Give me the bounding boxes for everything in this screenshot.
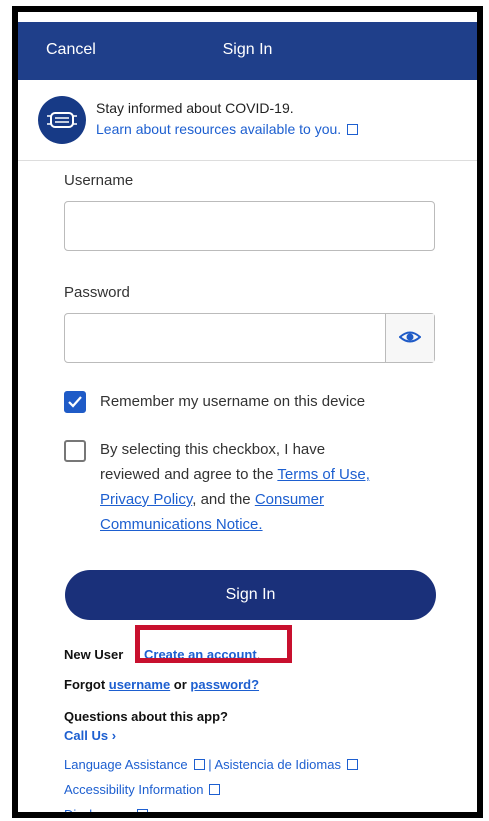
forgot-label: Forgot xyxy=(64,677,109,692)
external-link-icon xyxy=(347,124,359,135)
questions-label: Questions about this app? xyxy=(64,709,228,724)
username-label: Username xyxy=(64,172,134,189)
password-label: Password xyxy=(64,284,130,301)
asistencia-idiomas-link[interactable]: Asistencia de Idiomas xyxy=(215,757,341,772)
forgot-password-link[interactable]: password? xyxy=(190,677,259,692)
highlight-box xyxy=(135,625,292,663)
agree-text-2: reviewed and agree to the xyxy=(100,466,278,483)
communications-notice-link[interactable]: Communications Notice. xyxy=(100,516,263,533)
remember-username-label: Remember my username on this device xyxy=(100,393,366,410)
privacy-policy-link[interactable]: Privacy Policy xyxy=(100,491,192,508)
password-field[interactable] xyxy=(64,313,435,363)
disclosures-row: Disclosures xyxy=(64,807,149,812)
face-mask-icon xyxy=(38,96,86,144)
chevron-right-icon: › xyxy=(111,728,117,743)
call-us-text[interactable]: Call Us xyxy=(64,728,108,743)
app-frame: Cancel Sign In Stay informed about COVID… xyxy=(12,6,483,818)
language-assistance-link[interactable]: Language Assistance xyxy=(64,757,188,772)
accessibility-row: Accessibility Information xyxy=(64,782,221,797)
disclosures-link[interactable]: Disclosures xyxy=(64,807,131,812)
forgot-username-link[interactable]: username xyxy=(109,677,170,692)
agree-terms-checkbox[interactable] xyxy=(64,440,86,462)
new-user-label: New User xyxy=(64,647,124,662)
or-label: or xyxy=(170,677,191,692)
covid-resources-link[interactable]: Learn about resources available to you. xyxy=(96,121,359,137)
external-link-icon xyxy=(193,759,205,770)
external-link-icon xyxy=(209,784,221,795)
call-us-link[interactable]: Call Us › xyxy=(64,728,116,743)
sign-in-button[interactable]: Sign In xyxy=(65,570,436,620)
eye-icon xyxy=(399,331,421,343)
username-field[interactable] xyxy=(64,201,435,251)
terms-of-use-link[interactable]: Terms of Use, xyxy=(277,466,370,483)
forgot-row: Forgot username or password? xyxy=(64,677,259,692)
agree-text-1: By selecting this checkbox, I have xyxy=(100,441,326,458)
remember-username-checkbox[interactable] xyxy=(64,391,86,413)
covid-resources-link-text[interactable]: Learn about resources available to you. xyxy=(96,121,341,137)
covid-banner: Stay informed about COVID-19. Learn abou… xyxy=(18,80,477,161)
language-row: Language Assistance | Asistencia de Idio… xyxy=(64,757,358,772)
language-separator: | xyxy=(204,757,215,772)
header-bar: Cancel Sign In xyxy=(18,22,477,80)
external-link-icon xyxy=(137,809,149,812)
agree-text-3: , and the xyxy=(192,491,255,508)
consumer-link[interactable]: Consumer xyxy=(255,491,324,508)
checkmark-icon xyxy=(68,396,82,408)
page-title: Sign In xyxy=(222,41,273,58)
agree-terms-text: By selecting this checkbox, I have revie… xyxy=(100,437,430,537)
show-password-button[interactable] xyxy=(385,314,434,362)
accessibility-information-link[interactable]: Accessibility Information xyxy=(64,782,203,797)
external-link-icon xyxy=(346,759,358,770)
covid-text: Stay informed about COVID-19. xyxy=(96,100,294,116)
